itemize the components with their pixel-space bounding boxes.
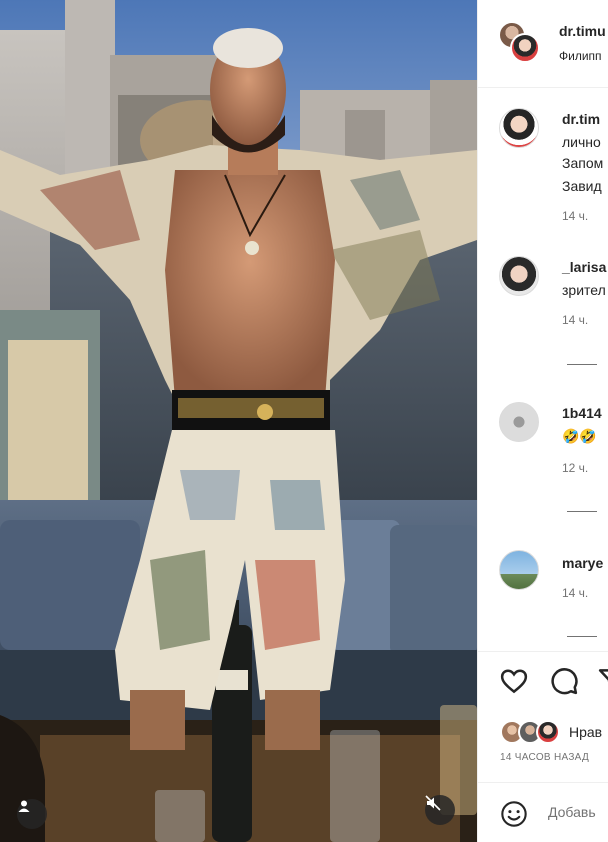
tag-button[interactable] — [17, 799, 47, 829]
avatar — [536, 720, 560, 744]
heart-icon[interactable] — [499, 666, 529, 696]
avatar[interactable] — [499, 108, 539, 148]
comment-username[interactable]: _larisa — [562, 259, 606, 275]
comment-username[interactable]: marye — [562, 555, 603, 571]
avatar — [510, 33, 540, 63]
comment-time[interactable]: 12 ч. — [562, 461, 588, 475]
mute-button[interactable] — [425, 795, 455, 825]
comment-text: 🤣🤣 — [562, 428, 597, 444]
post-side-panel: dr.timu Филипп dr.tim лично Запом Завид … — [477, 0, 608, 842]
view-replies-line[interactable] — [567, 511, 597, 512]
muted-speaker-icon — [425, 795, 441, 811]
comment-text: Завид — [562, 178, 602, 194]
author-username[interactable]: dr.timu — [559, 23, 606, 39]
view-replies-line[interactable] — [567, 636, 597, 637]
comment-bubble-icon[interactable] — [549, 666, 579, 696]
comment-username[interactable]: dr.tim — [562, 111, 600, 127]
video-frame — [0, 0, 477, 842]
author-subtitle[interactable]: Филипп — [559, 49, 602, 63]
avatar[interactable] — [499, 402, 539, 442]
comment-time[interactable]: 14 ч. — [562, 209, 588, 223]
view-replies-line[interactable] — [567, 364, 597, 365]
comment-text: Запом — [562, 155, 604, 171]
comment-text: зрител — [562, 282, 606, 298]
comment-time[interactable]: 14 ч. — [562, 313, 588, 327]
post-time[interactable]: 14 ЧАСОВ НАЗАД — [500, 752, 589, 763]
comment-username[interactable]: 1b414 — [562, 405, 602, 421]
post-media[interactable] — [0, 0, 477, 842]
likers-avatars[interactable] — [500, 720, 564, 746]
comment-text: лично — [562, 134, 601, 150]
user-tag-icon — [18, 800, 30, 812]
comment-time[interactable]: 14 ч. — [562, 586, 588, 600]
post-header: dr.timu Филипп — [478, 0, 608, 88]
likes-summary[interactable]: Нрав — [569, 724, 602, 740]
comment-input[interactable] — [548, 804, 608, 820]
send-icon[interactable] — [597, 666, 608, 696]
avatar[interactable] — [499, 550, 539, 590]
author-avatars[interactable] — [498, 21, 542, 65]
avatar[interactable] — [499, 256, 539, 296]
emoji-icon[interactable] — [500, 800, 528, 828]
